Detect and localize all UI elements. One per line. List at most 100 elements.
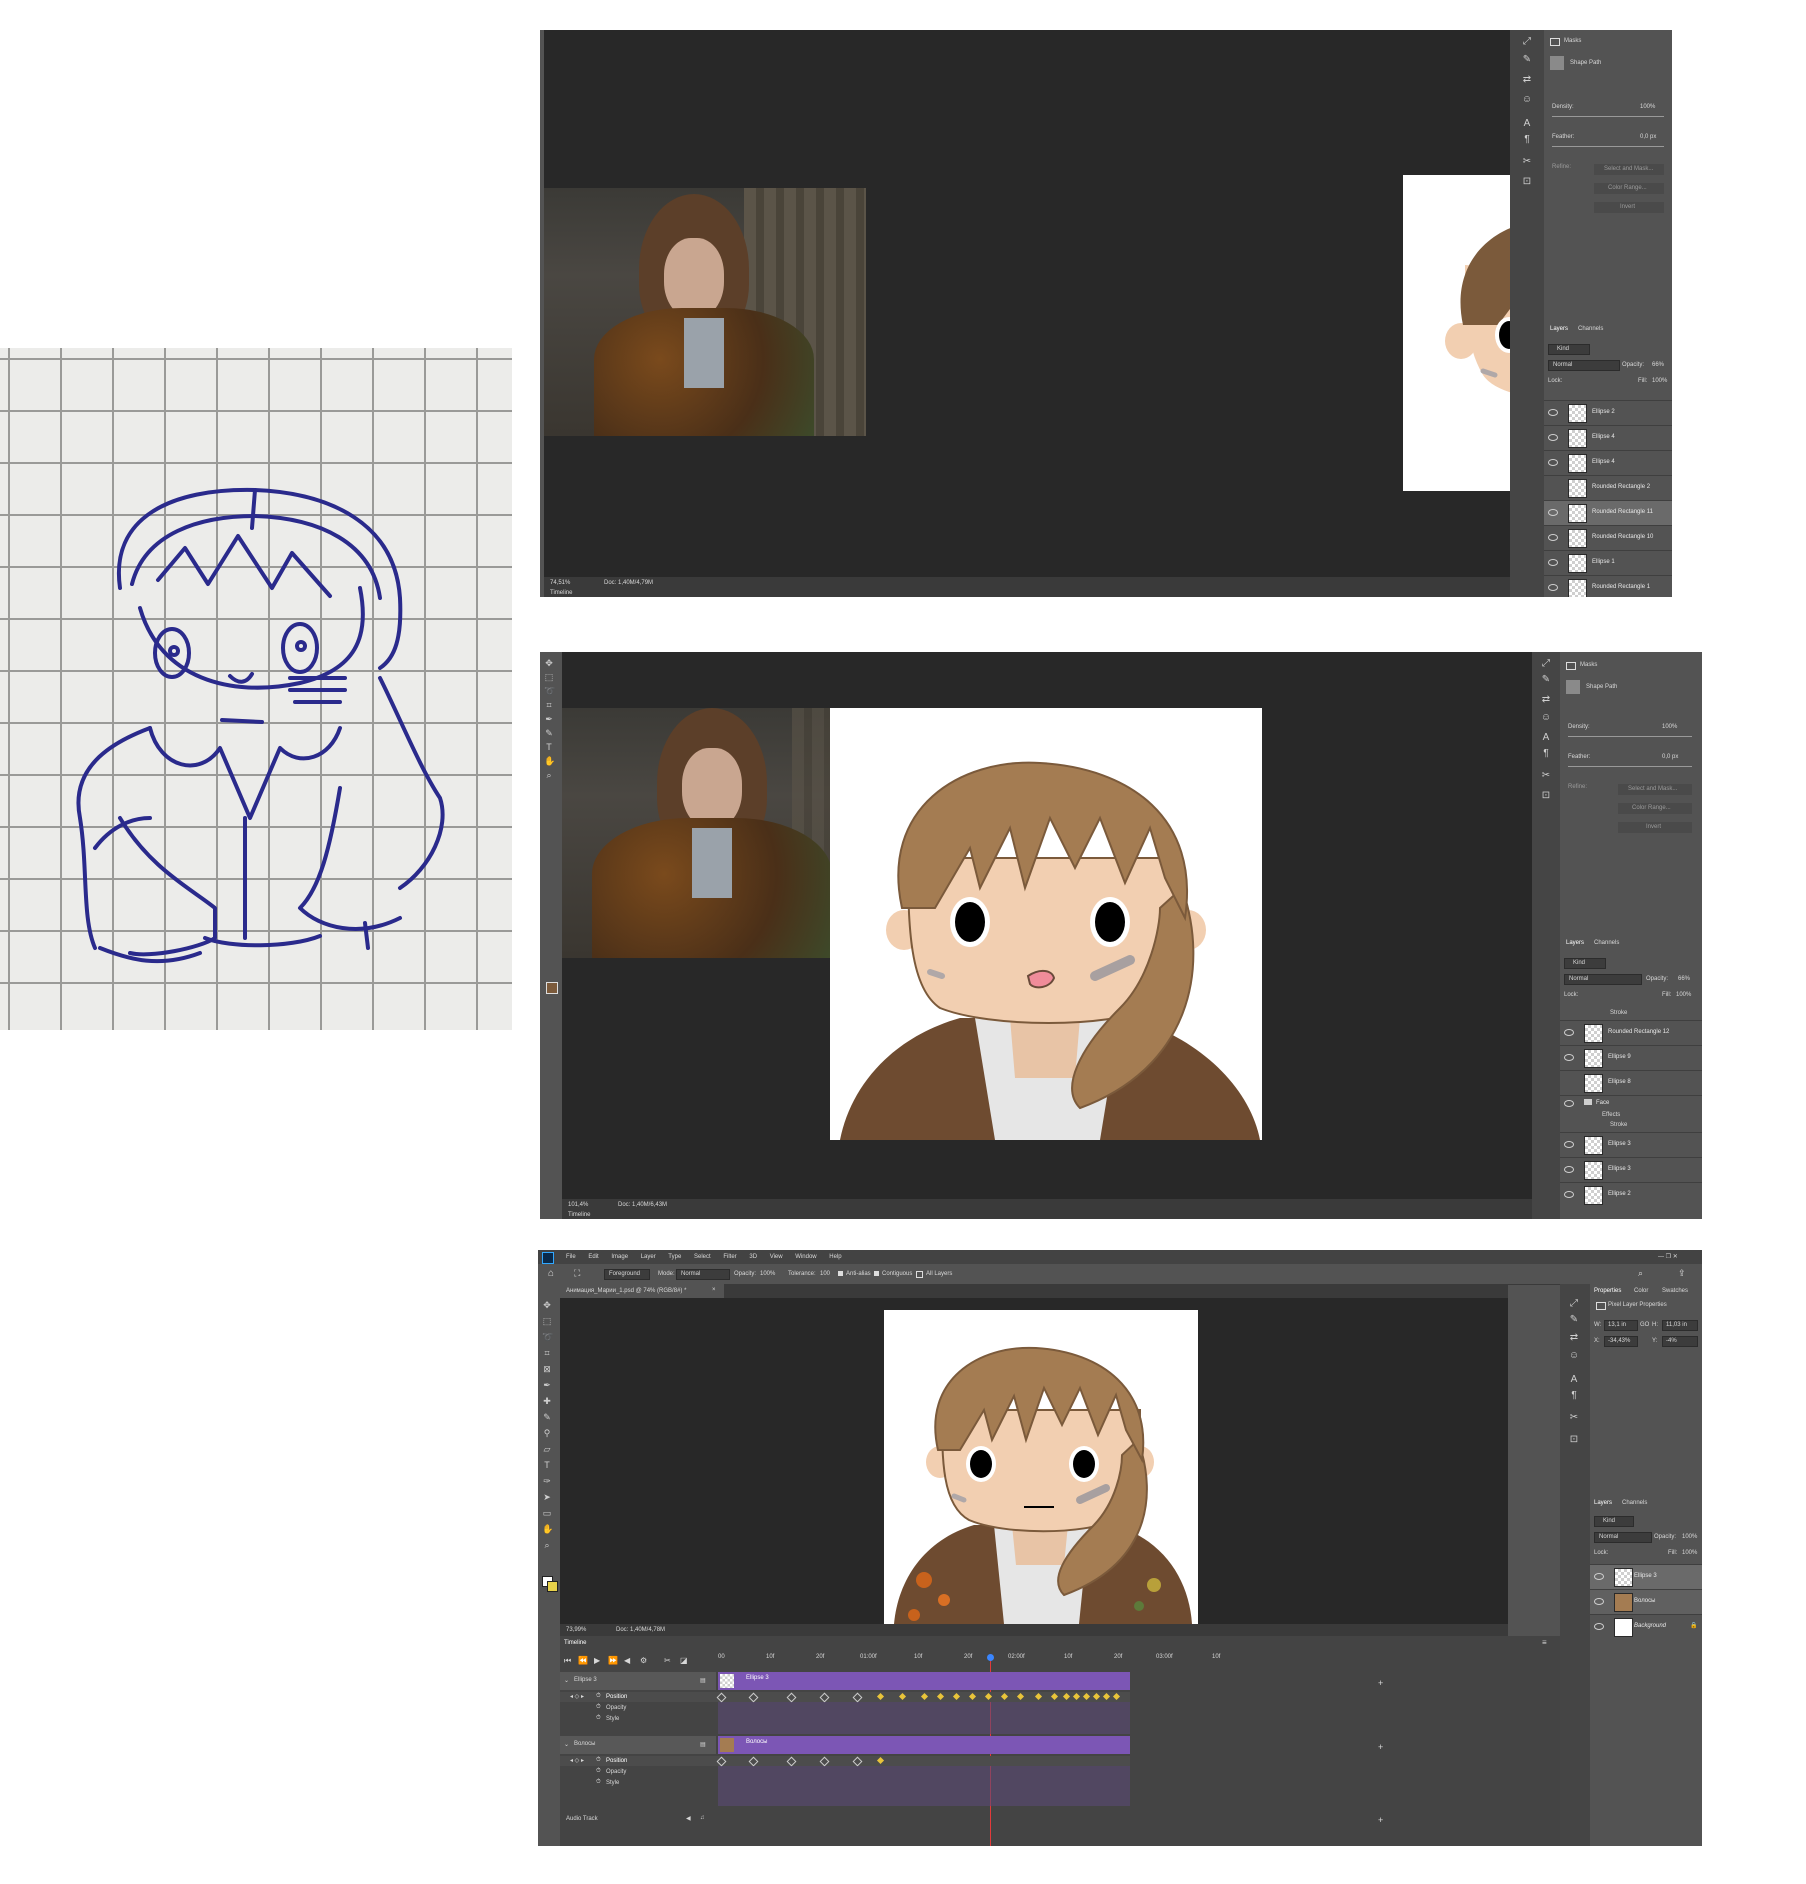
keyframe[interactable] <box>1034 1692 1043 1701</box>
menu-3d[interactable]: 3D <box>749 1254 757 1260</box>
eye-icon[interactable] <box>1564 1166 1574 1173</box>
menu-file[interactable]: File <box>566 1254 576 1260</box>
clip-ellipse3[interactable]: Ellipse 3 <box>718 1672 1130 1690</box>
density-value[interactable]: 100% <box>1640 104 1655 110</box>
color-range-button[interactable]: Color Range... <box>1618 803 1692 814</box>
keyframe[interactable] <box>936 1692 945 1701</box>
crop-tool-icon[interactable]: ⌗ <box>542 1348 552 1358</box>
keyframe[interactable] <box>852 1756 863 1767</box>
mode-select[interactable]: Normal <box>676 1269 730 1280</box>
menu-edit[interactable]: Edit <box>588 1254 598 1260</box>
timeline-tab[interactable]: Timeline <box>550 590 572 596</box>
tab-swatches[interactable]: Swatches <box>1662 1288 1688 1294</box>
opacity-value[interactable]: 100% <box>1682 1534 1697 1540</box>
eye-icon[interactable] <box>1594 1598 1604 1605</box>
layer-row-selected[interactable]: Ellipse 3 <box>1590 1564 1702 1589</box>
timeline-tab[interactable]: Timeline <box>568 1212 590 1218</box>
export-icon[interactable]: ⊡ <box>1540 790 1552 802</box>
character-icon[interactable]: A <box>1568 1374 1580 1386</box>
keyframe[interactable] <box>1050 1692 1059 1701</box>
timeline-ruler[interactable]: 00 10f 20f 01:00f 10f 20f 02:00f 10f 20f… <box>718 1654 1220 1666</box>
audio-track-row[interactable]: Audio Track ◀ ♫ + <box>560 1812 1560 1826</box>
add-audio-icon[interactable]: + <box>1378 1815 1383 1825</box>
keyframe[interactable] <box>876 1756 885 1765</box>
adjust-icon[interactable]: ⇄ <box>1521 74 1533 86</box>
x-field[interactable]: -34,43% <box>1604 1336 1638 1347</box>
eye-icon[interactable] <box>1548 559 1558 566</box>
keyframe-nav-icon[interactable]: ◂ ◇ ▸ <box>570 1757 584 1764</box>
keyframe[interactable] <box>984 1692 993 1701</box>
first-frame-icon[interactable]: ⏮ <box>564 1656 571 1666</box>
layer-row[interactable]: Ellipse 8 <box>1560 1070 1702 1095</box>
density-slider[interactable] <box>1568 736 1692 737</box>
menu-filter[interactable]: Filter <box>723 1254 736 1260</box>
keyframe-nav-icon[interactable]: ◂ ◇ ▸ <box>570 1693 584 1700</box>
keyframe[interactable] <box>748 1692 759 1703</box>
eye-icon[interactable] <box>1548 584 1558 591</box>
frame-tool-icon[interactable]: ⊠ <box>542 1364 552 1374</box>
search-icon[interactable]: ⌕ <box>1638 1268 1643 1279</box>
playhead[interactable] <box>987 1654 994 1661</box>
eye-icon[interactable] <box>1548 434 1558 441</box>
layer-row[interactable]: Rounded Rectangle 2 <box>1544 475 1672 500</box>
fill-value[interactable]: 100% <box>1682 1550 1697 1556</box>
paragraph-icon[interactable]: ¶ <box>1521 134 1533 146</box>
hand-tool-icon[interactable]: ✋ <box>544 756 555 766</box>
keyframe[interactable] <box>716 1692 727 1703</box>
tab-properties[interactable]: Properties <box>1594 1288 1621 1294</box>
eye-icon[interactable] <box>1564 1141 1574 1148</box>
keyframe[interactable] <box>1102 1692 1111 1701</box>
layer-row[interactable]: Ellipse 3 <box>1560 1132 1702 1157</box>
lasso-tool-icon[interactable]: ➰ <box>542 1332 553 1342</box>
keyframe[interactable] <box>852 1692 863 1703</box>
feather-slider[interactable] <box>1568 766 1692 767</box>
eye-icon[interactable] <box>1594 1623 1604 1630</box>
move-tool-icon[interactable]: ✥ <box>542 1300 552 1310</box>
tolerance-value[interactable]: 100 <box>820 1271 830 1277</box>
play-icon[interactable]: ▶ <box>594 1656 600 1665</box>
track-volosy-header[interactable]: ⌄ Волосы ▤ <box>560 1736 716 1754</box>
keyframe[interactable] <box>1112 1692 1121 1701</box>
layer-row[interactable]: Ellipse 4 <box>1544 425 1672 450</box>
y-field[interactable]: -4% <box>1662 1336 1698 1347</box>
eye-icon[interactable] <box>1564 1100 1574 1107</box>
brush-icon[interactable]: ✎ <box>1568 1314 1580 1326</box>
blend-mode-select[interactable]: Normal <box>1548 360 1620 371</box>
tools-icon[interactable]: ✂ <box>1568 1412 1580 1424</box>
feather-slider[interactable] <box>1552 146 1664 147</box>
clip-volosy[interactable]: Волосы <box>718 1736 1130 1754</box>
menu-layer[interactable]: Layer <box>641 1254 656 1260</box>
keyframe[interactable] <box>952 1692 961 1701</box>
layer-row[interactable]: Rounded Rectangle 12 <box>1560 1020 1702 1045</box>
layer-row[interactable]: Background 🔒 <box>1590 1614 1702 1639</box>
next-frame-icon[interactable]: ⏩ <box>608 1656 618 1665</box>
opacity-value[interactable]: 100% <box>760 1271 775 1277</box>
hand-tool-icon[interactable]: ✋ <box>542 1524 553 1534</box>
menu-image[interactable]: Image <box>611 1254 628 1260</box>
layer-row[interactable]: Ellipse 3 <box>1560 1157 1702 1182</box>
history-icon[interactable]: ⤢ <box>1521 36 1533 48</box>
layer-row[interactable]: Ellipse 2 <box>1560 1182 1702 1207</box>
tab-color[interactable]: Color <box>1634 1288 1648 1294</box>
keyframe[interactable] <box>1016 1692 1025 1701</box>
eye-icon[interactable] <box>1594 1573 1604 1580</box>
zoom-tool-icon[interactable]: ⌕ <box>544 770 554 780</box>
keyframe[interactable] <box>1000 1692 1009 1701</box>
fill-value[interactable]: 100% <box>1652 378 1667 384</box>
keyframe[interactable] <box>968 1692 977 1701</box>
eyedropper-icon[interactable]: ✒ <box>542 1380 552 1390</box>
layer-row[interactable]: Ellipse 4 <box>1544 450 1672 475</box>
keyframe[interactable] <box>1072 1692 1081 1701</box>
kind-filter[interactable]: Kind <box>1594 1516 1634 1527</box>
stopwatch-icon[interactable]: ⏱ <box>596 1757 601 1764</box>
path-select-icon[interactable]: ➤ <box>542 1492 552 1502</box>
character-icon[interactable]: A <box>1521 118 1533 130</box>
tools-icon[interactable]: ✂ <box>1521 156 1533 168</box>
keyframe[interactable] <box>819 1756 830 1767</box>
tab-layers[interactable]: Layers <box>1550 326 1568 332</box>
film-icon[interactable]: ▤ <box>700 1677 706 1684</box>
layer-row[interactable]: Rounded Rectangle 1 <box>1544 575 1672 597</box>
tools-icon[interactable]: ✂ <box>1540 770 1552 782</box>
share-icon[interactable]: ⇪ <box>1678 1268 1686 1279</box>
film-icon[interactable]: ▤ <box>700 1741 706 1748</box>
